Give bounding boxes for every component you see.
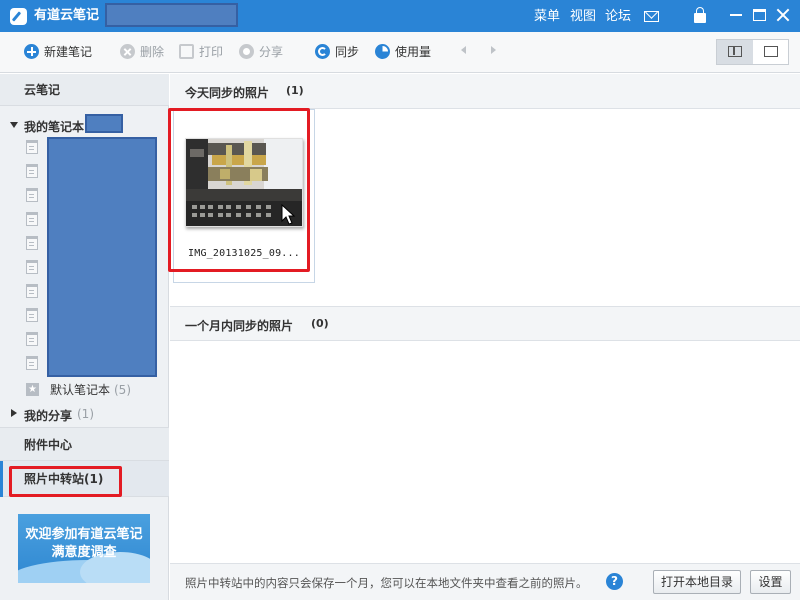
notebook-icon[interactable] <box>26 212 38 226</box>
redacted-notebook-list <box>47 137 157 377</box>
new-note-button[interactable]: 新建笔记 <box>24 43 104 61</box>
today-section-count: (1) <box>286 84 304 97</box>
lock-icon[interactable] <box>694 7 706 23</box>
maximize-icon[interactable] <box>753 9 766 21</box>
app-title: 有道云笔记 <box>34 8 100 23</box>
new-note-label: 新建笔记 <box>44 45 93 59</box>
survey-line-2: 满意度调查 <box>51 545 117 560</box>
print-button[interactable]: 打印 <box>179 43 229 61</box>
month-section-header: 一个月内同步的照片 (0) <box>170 306 800 341</box>
today-section-header: 今天同步的照片 (1) <box>170 74 800 109</box>
survey-banner[interactable]: 欢迎参加有道云笔记 满意度调查 <box>18 514 150 583</box>
usage-button[interactable]: 使用量 <box>375 43 437 61</box>
settings-button[interactable]: 设置 <box>750 570 791 594</box>
usage-pie-icon <box>375 44 390 59</box>
my-share-item[interactable]: 我的分享 (1) <box>0 405 169 423</box>
plus-icon <box>24 44 39 59</box>
attachment-center-item[interactable]: 附件中心 <box>0 427 169 461</box>
retention-note: 照片中转站中的内容只会保存一个月，您可以在本地文件夹中查看之前的照片。 <box>185 576 588 590</box>
sync-label: 同步 <box>335 45 360 59</box>
collapse-triangle-icon[interactable] <box>11 409 17 417</box>
sidebar: 云笔记 我的笔记本 ★ 默认笔记本 (5) 我的分享 (1) 附件中心 照片中转… <box>0 74 169 600</box>
redacted-title-area <box>105 3 238 27</box>
photo-thumbnail[interactable] <box>185 138 303 227</box>
view-mode-toggle <box>716 39 789 65</box>
title-bar: 有道云笔记 菜单 视图 论坛 <box>0 0 800 32</box>
help-icon[interactable]: ? <box>606 573 623 590</box>
share-icon <box>239 44 254 59</box>
menu-link[interactable]: 菜单 <box>534 9 560 24</box>
notebook-icon[interactable] <box>26 284 38 298</box>
photo-station-item[interactable]: 照片中转站(1) <box>0 461 169 497</box>
photo-filename: IMG_20131025_09... <box>188 248 300 259</box>
month-section-title: 一个月内同步的照片 <box>185 319 294 333</box>
single-view-button[interactable] <box>753 40 789 64</box>
sync-button[interactable]: 同步 <box>315 43 365 61</box>
open-local-folder-button[interactable]: 打开本地目录 <box>653 570 741 594</box>
delete-icon <box>120 44 135 59</box>
notebook-icon[interactable] <box>26 308 38 322</box>
single-view-icon <box>764 46 778 57</box>
delete-button[interactable]: 删除 <box>120 43 170 61</box>
expand-triangle-icon[interactable] <box>10 122 18 128</box>
print-label: 打印 <box>199 45 224 59</box>
survey-banner-text: 欢迎参加有道云笔记 满意度调查 <box>18 526 150 562</box>
redacted-notebook-name <box>85 114 123 133</box>
usage-label: 使用量 <box>395 45 432 59</box>
month-section-count: (0) <box>311 317 329 330</box>
view-link[interactable]: 视图 <box>570 9 596 24</box>
photo-thumbnail-card[interactable]: IMG_20131025_09... <box>173 109 315 283</box>
previous-arrow-icon[interactable] <box>461 46 466 54</box>
toolbar: 新建笔记 删除 打印 分享 同步 使用量 <box>0 32 800 83</box>
default-notebook-label: 默认笔记本 <box>50 383 111 397</box>
print-icon <box>179 44 194 59</box>
next-arrow-icon[interactable] <box>491 46 496 54</box>
notebook-icon[interactable] <box>26 356 38 370</box>
close-icon[interactable] <box>776 8 790 22</box>
star-icon: ★ <box>26 383 39 396</box>
default-notebook-count: (5) <box>114 383 131 397</box>
footer-bar: 照片中转站中的内容只会保存一个月，您可以在本地文件夹中查看之前的照片。 ? 打开… <box>170 563 800 600</box>
notebook-list <box>26 140 40 380</box>
main-content: 今天同步的照片 (1) IMG_20131025_09... 一个月内同步的照片… <box>168 74 800 600</box>
forum-link[interactable]: 论坛 <box>605 9 631 24</box>
survey-line-1: 欢迎参加有道云笔记 <box>25 527 143 542</box>
my-share-label: 我的分享 <box>24 409 73 423</box>
delete-label: 删除 <box>140 45 165 59</box>
app-logo-icon <box>10 8 27 25</box>
notebook-icon[interactable] <box>26 140 38 154</box>
notebook-icon[interactable] <box>26 188 38 202</box>
notebook-icon[interactable] <box>26 236 38 250</box>
my-share-count: (1) <box>77 407 94 421</box>
cloud-notes-header[interactable]: 云笔记 <box>0 74 169 106</box>
mail-icon[interactable] <box>644 11 659 22</box>
notebook-icon[interactable] <box>26 260 38 274</box>
split-view-icon <box>728 46 742 57</box>
active-indicator <box>0 461 3 497</box>
today-section-title: 今天同步的照片 <box>185 86 270 100</box>
share-label: 分享 <box>259 45 284 59</box>
minimize-icon[interactable] <box>730 14 742 16</box>
notebook-icon[interactable] <box>26 332 38 346</box>
split-view-button[interactable] <box>717 40 753 64</box>
notebook-icon[interactable] <box>26 164 38 178</box>
sync-icon <box>315 44 330 59</box>
share-button[interactable]: 分享 <box>239 43 289 61</box>
my-notebooks-label: 我的笔记本 <box>24 120 85 134</box>
